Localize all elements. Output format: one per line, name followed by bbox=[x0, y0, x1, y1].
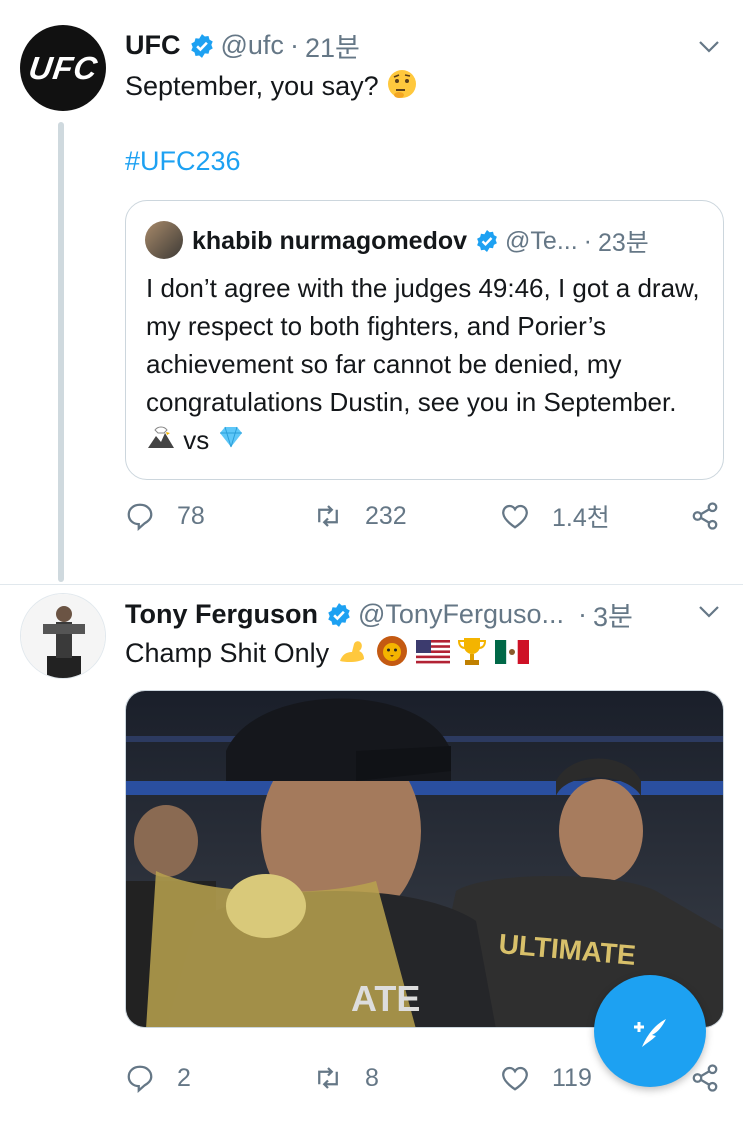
share-button[interactable] bbox=[690, 1063, 720, 1093]
like-button[interactable]: 119 bbox=[500, 1063, 592, 1093]
tweet-text: September, you say? bbox=[125, 68, 418, 108]
quoted-timestamp: 23분 bbox=[598, 229, 649, 257]
timestamp[interactable]: 3분 bbox=[593, 595, 633, 634]
tweet-text-body: September, you say? bbox=[125, 71, 379, 102]
quoted-display-name: khabib nurmagomedov bbox=[192, 226, 468, 255]
share-icon bbox=[692, 1064, 718, 1092]
reply-icon bbox=[127, 1065, 153, 1093]
chevron-down-icon[interactable] bbox=[697, 34, 721, 58]
like-icon bbox=[502, 1066, 528, 1091]
avatar-ufc[interactable]: UFC bbox=[20, 25, 106, 111]
reply-icon bbox=[127, 503, 153, 531]
quoted-tweet[interactable]: khabib nurmagomedov @Te... · 23분 I don’t… bbox=[125, 200, 724, 480]
like-button[interactable]: 1.4천 bbox=[500, 498, 610, 534]
chevron-down-icon[interactable] bbox=[697, 599, 721, 623]
quoted-avatar bbox=[145, 221, 183, 259]
quoted-text-body: I don’t agree with the judges 49:46, I g… bbox=[146, 273, 700, 417]
lion-emoji-icon bbox=[376, 635, 408, 675]
reply-count: 78 bbox=[177, 501, 205, 530]
share-icon bbox=[692, 502, 718, 530]
tweet-actions: 78 232 1.4천 bbox=[125, 498, 725, 534]
compose-tweet-button[interactable] bbox=[594, 975, 706, 1087]
flexed-biceps-emoji-icon bbox=[337, 635, 369, 675]
retweet-icon bbox=[318, 505, 338, 527]
like-count: 1.4천 bbox=[552, 504, 610, 532]
retweet-count: 232 bbox=[365, 501, 407, 530]
tweet-header: UFC @ufc · 21분 bbox=[125, 26, 360, 65]
tweet-text-body: Champ Shit Only bbox=[125, 638, 330, 669]
trophy-emoji-icon bbox=[457, 635, 487, 675]
like-icon bbox=[502, 504, 528, 529]
separator-dot: · bbox=[289, 30, 299, 60]
mexico-flag-emoji-icon bbox=[494, 638, 529, 672]
handle[interactable]: @TonyFerguso... bbox=[358, 599, 564, 630]
retweet-count: 8 bbox=[365, 1063, 379, 1092]
tweet-ufc[interactable]: UFC UFC @ufc · 21분 September, you say? #… bbox=[0, 0, 743, 585]
quoted-header: khabib nurmagomedov @Te... · 23분 bbox=[192, 223, 649, 259]
quoted-vs-text: vs bbox=[183, 425, 210, 455]
retweet-button[interactable]: 8 bbox=[313, 1063, 379, 1093]
tweet-text: Champ Shit Only bbox=[125, 635, 529, 675]
reply-button[interactable]: 2 bbox=[125, 1063, 191, 1093]
compose-icon bbox=[634, 1019, 666, 1047]
eagle-emoji-icon bbox=[146, 422, 176, 462]
svg-text:ATE: ATE bbox=[351, 978, 420, 1019]
share-button[interactable] bbox=[690, 501, 720, 531]
quoted-text: I don’t agree with the judges 49:46, I g… bbox=[146, 269, 706, 462]
hashtag-link[interactable]: #UFC236 bbox=[125, 144, 241, 178]
avatar-tony-ferguson[interactable] bbox=[20, 593, 106, 679]
like-count: 119 bbox=[552, 1063, 592, 1092]
timestamp[interactable]: 21분 bbox=[305, 26, 360, 65]
reply-count: 2 bbox=[177, 1063, 191, 1092]
quoted-handle: @Te... bbox=[505, 226, 578, 255]
tweet-header: Tony Ferguson @TonyFerguso... · 3분 bbox=[125, 595, 633, 634]
thread-line bbox=[58, 122, 64, 582]
gem-emoji-icon bbox=[216, 422, 246, 462]
reply-button[interactable]: 78 bbox=[125, 501, 205, 531]
retweet-button[interactable]: 232 bbox=[313, 501, 407, 531]
retweet-icon bbox=[318, 1067, 338, 1089]
separator-dot: · bbox=[578, 599, 587, 629]
thinking-face-emoji-icon bbox=[386, 68, 418, 108]
display-name[interactable]: UFC bbox=[125, 30, 181, 61]
avatar-image bbox=[21, 594, 105, 678]
separator-dot: · bbox=[583, 226, 592, 255]
verified-badge-icon bbox=[477, 230, 497, 252]
us-flag-emoji-icon bbox=[415, 638, 450, 672]
verified-badge-icon bbox=[328, 602, 350, 627]
ufc-logo-text: UFC bbox=[26, 49, 100, 86]
handle[interactable]: @ufc bbox=[221, 30, 284, 61]
display-name[interactable]: Tony Ferguson bbox=[125, 599, 318, 630]
verified-badge-icon bbox=[190, 33, 213, 58]
